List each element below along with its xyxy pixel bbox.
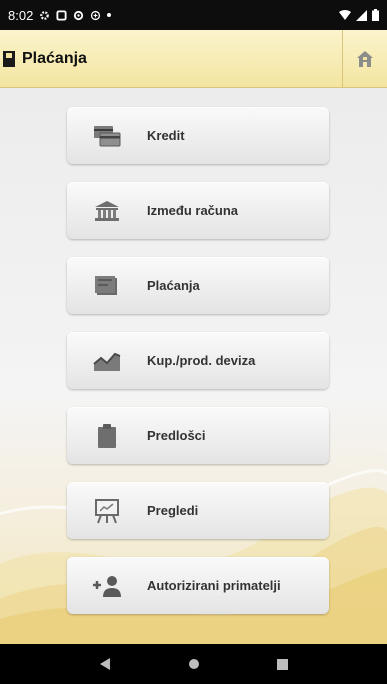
credit-cards-icon <box>94 125 121 146</box>
menu-item-authorized-recipients[interactable]: Autorizirani primatelji <box>67 557 329 614</box>
data-saver-icon <box>91 10 101 20</box>
clipboard-icon <box>98 423 116 448</box>
bank-icon <box>95 200 119 221</box>
status-bar: 8:02 <box>0 0 387 30</box>
recents-button[interactable] <box>263 644 303 684</box>
home-icon <box>357 51 373 67</box>
wifi-icon <box>339 9 351 20</box>
payment-icon <box>95 275 117 295</box>
home-circle-icon <box>188 659 199 669</box>
more-notifications-dot <box>107 13 112 17</box>
status-time: 8:02 <box>8 7 34 23</box>
page-title: Plaćanja <box>22 49 87 67</box>
menu-item-label: Između računa <box>147 203 239 218</box>
menu-item-label: Predlošci <box>147 428 206 443</box>
back-button[interactable] <box>85 644 125 684</box>
app-logo-icon <box>3 50 15 67</box>
menu-item-currency-exchange[interactable]: Kup./prod. deviza <box>67 332 329 389</box>
menu-item-label: Autorizirani primatelji <box>147 578 281 593</box>
home-nav-button[interactable] <box>174 644 214 684</box>
menu-item-between-accounts[interactable]: Između računa <box>67 182 329 239</box>
settings-icon <box>40 10 50 20</box>
menu-item-kredit[interactable]: Kredit <box>67 107 329 164</box>
notification-square-icon <box>56 9 67 21</box>
menu-item-label: Kredit <box>147 128 185 143</box>
chart-icon <box>93 352 121 371</box>
home-button[interactable] <box>342 30 387 88</box>
menu-item-label: Pregledi <box>147 503 199 518</box>
menu-item-payments[interactable]: Plaćanja <box>67 257 329 314</box>
system-navigation-bar <box>0 644 387 684</box>
recents-square-icon <box>277 658 288 670</box>
sync-icon <box>74 10 84 20</box>
menu-item-templates[interactable]: Predlošci <box>67 407 329 464</box>
payment-menu: Kredit Između računa Plaćanja Kup./prod.… <box>67 107 329 632</box>
back-triangle-icon <box>99 658 110 670</box>
app-bar: Plaćanja <box>0 30 387 88</box>
menu-item-overviews[interactable]: Pregledi <box>67 482 329 539</box>
menu-item-label: Plaćanja <box>147 278 200 293</box>
main-content: Kredit Između računa Plaćanja Kup./prod.… <box>0 88 387 644</box>
battery-icon <box>372 9 379 21</box>
presentation-board-icon <box>95 498 119 523</box>
signal-icon <box>356 9 367 21</box>
add-person-icon <box>93 575 121 597</box>
menu-item-label: Kup./prod. deviza <box>147 353 256 368</box>
